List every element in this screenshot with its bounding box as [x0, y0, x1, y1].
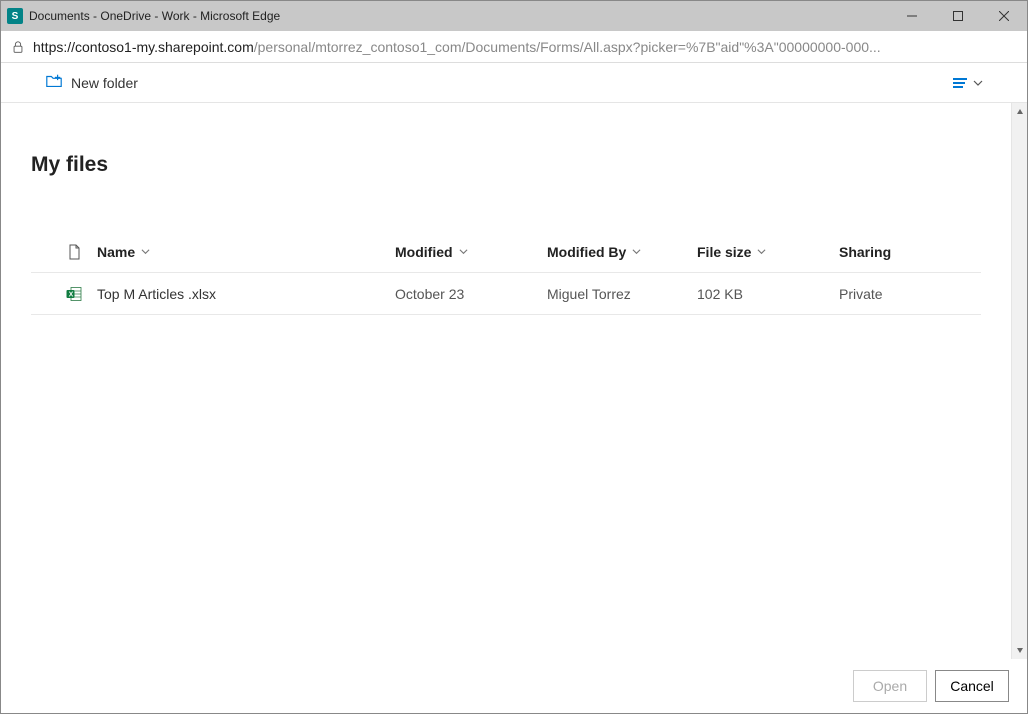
address-bar[interactable]: https://contoso1-my.sharepoint.com/perso… [1, 31, 1027, 63]
command-bar: New folder [1, 63, 1027, 103]
file-size: 102 KB [697, 286, 839, 302]
view-options-button[interactable] [951, 76, 983, 90]
excel-file-icon [51, 286, 97, 302]
page-title: My files [31, 153, 981, 177]
app-icon: S [7, 8, 23, 24]
chevron-down-icon [973, 78, 983, 88]
dialog-footer: Open Cancel [1, 659, 1027, 713]
file-sharing: Private [839, 286, 961, 302]
lock-icon [11, 40, 25, 54]
column-header-modified[interactable]: Modified [395, 244, 547, 260]
new-folder-button[interactable]: New folder [45, 72, 138, 93]
column-header-file-size[interactable]: File size [697, 244, 839, 260]
chevron-down-icon [141, 247, 150, 256]
url-text: https://contoso1-my.sharepoint.com/perso… [33, 39, 1017, 55]
file-modified: October 23 [395, 286, 547, 302]
minimize-button[interactable] [889, 1, 935, 31]
new-folder-icon [45, 72, 63, 93]
table-row[interactable]: Top M Articles .xlsx October 23 Miguel T… [31, 273, 981, 315]
window-title: Documents - OneDrive - Work - Microsoft … [29, 9, 889, 23]
maximize-button[interactable] [935, 1, 981, 31]
file-name: Top M Articles .xlsx [97, 286, 395, 302]
chevron-down-icon [459, 247, 468, 256]
table-header-row: Name Modified Modified By File size Shar… [31, 231, 981, 273]
column-header-name[interactable]: Name [97, 244, 395, 260]
file-table: Name Modified Modified By File size Shar… [31, 231, 981, 315]
scroll-up-icon[interactable] [1012, 105, 1027, 119]
scroll-down-icon[interactable] [1012, 643, 1027, 657]
new-folder-label: New folder [71, 75, 138, 91]
open-button: Open [853, 670, 927, 702]
column-header-icon[interactable] [51, 244, 97, 260]
chevron-down-icon [757, 247, 766, 256]
document-icon [66, 244, 82, 260]
column-header-modified-by[interactable]: Modified By [547, 244, 697, 260]
column-header-sharing[interactable]: Sharing [839, 244, 961, 260]
list-view-icon [951, 76, 969, 90]
vertical-scrollbar[interactable] [1011, 103, 1027, 659]
window-titlebar: S Documents - OneDrive - Work - Microsof… [1, 1, 1027, 31]
chevron-down-icon [632, 247, 641, 256]
close-button[interactable] [981, 1, 1027, 31]
cancel-button[interactable]: Cancel [935, 670, 1009, 702]
file-modified-by: Miguel Torrez [547, 286, 697, 302]
